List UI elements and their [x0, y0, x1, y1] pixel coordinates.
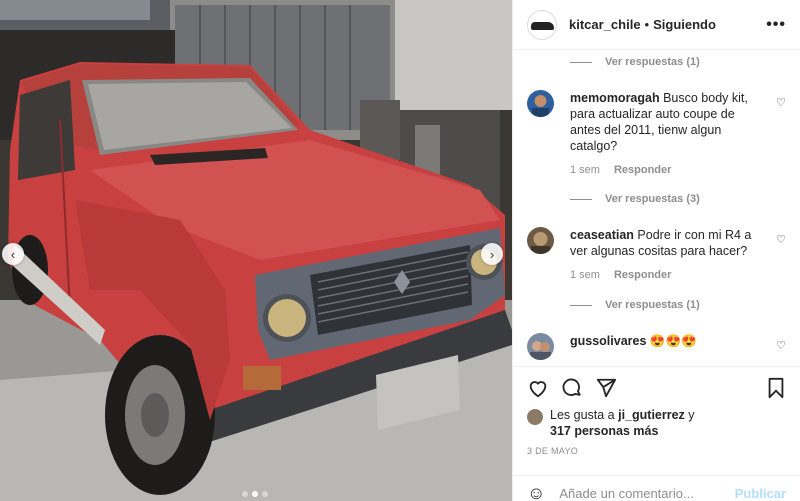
separator-dot: • — [644, 17, 650, 32]
car-photo — [0, 0, 512, 501]
likes-count[interactable]: 317 personas más — [550, 424, 658, 438]
comment-text: memomoragah Busco body kit, para actuali… — [570, 91, 748, 153]
comment-item: ceaseatian Podre ir con mi R4 a ver algu… — [527, 227, 786, 281]
comment-time: 1 sem — [570, 164, 600, 176]
reply-button[interactable]: Responder — [614, 269, 671, 281]
heart-icon[interactable] — [527, 377, 549, 404]
comment-username[interactable]: gussolivares — [570, 334, 646, 348]
likes-connector: y — [684, 408, 695, 422]
comment-input[interactable]: Añade un comentario... — [559, 486, 734, 501]
author-username[interactable]: kitcar_chile — [569, 17, 641, 32]
carousel-dot — [242, 491, 248, 497]
comment-username[interactable]: memomoragah — [570, 91, 660, 105]
view-replies-link[interactable]: Ver respuestas (1) — [570, 56, 700, 68]
post-photo[interactable]: ‹ › — [0, 0, 512, 501]
follow-status[interactable]: Siguiendo — [653, 17, 716, 32]
comment-text: gussolivares 😍😍😍 — [570, 334, 697, 348]
avatar[interactable] — [527, 333, 554, 360]
comment-item: gussolivares 😍😍😍 ♡ — [527, 333, 786, 360]
avatar[interactable] — [527, 90, 554, 117]
share-icon[interactable] — [595, 377, 617, 404]
view-replies-link[interactable]: Ver respuestas (1) — [570, 299, 700, 311]
comment-meta: 1 sem Responder — [570, 164, 786, 176]
bookmark-icon[interactable] — [766, 377, 786, 404]
chevron-left-icon[interactable]: ‹ — [2, 243, 24, 265]
publish-button[interactable]: Publicar — [735, 486, 786, 501]
carousel-indicator — [242, 491, 268, 497]
chevron-right-icon[interactable]: › — [481, 243, 503, 265]
liker-username[interactable]: ji_gutierrez — [618, 408, 685, 422]
heart-icon[interactable]: ♡ — [776, 339, 786, 352]
post-date[interactable]: 3 DE MAYO — [527, 446, 578, 456]
add-comment-bar: ☺ Añade un comentario... Publicar — [513, 475, 800, 501]
comment-time: 1 sem — [570, 269, 600, 281]
likes-summary: Les gusta a ji_gutierrez y 317 personas … — [527, 407, 786, 439]
comment-item: memomoragah Busco body kit, para actuali… — [527, 90, 786, 176]
post-actions: Les gusta a ji_gutierrez y 317 personas … — [513, 366, 800, 501]
smile-icon[interactable]: ☺ — [527, 483, 545, 501]
post-header: kitcar_chile • Siguiendo ••• — [513, 0, 800, 50]
avatar[interactable] — [527, 409, 543, 425]
heart-icon[interactable]: ♡ — [776, 233, 786, 246]
avatar[interactable] — [527, 9, 557, 40]
instagram-post: ‹ › kitcar_chile • Siguiendo ••• Ver res… — [0, 0, 800, 501]
carousel-dot — [262, 491, 268, 497]
view-replies-link[interactable]: Ver respuestas (3) — [570, 193, 700, 205]
comment-meta: 1 sem Responder — [570, 269, 786, 281]
comment-text: ceaseatian Podre ir con mi R4 a ver algu… — [570, 228, 752, 258]
likes-prefix: Les gusta a — [550, 408, 619, 422]
comment-icon[interactable] — [561, 377, 583, 404]
carousel-dot-active — [252, 491, 258, 497]
comment-username[interactable]: ceaseatian — [570, 228, 634, 242]
more-icon[interactable]: ••• — [766, 16, 786, 34]
post-sidebar: kitcar_chile • Siguiendo ••• Ver respues… — [512, 0, 800, 501]
action-icons — [527, 377, 786, 401]
comments-list: Ver respuestas (1) memomoragah Busco bod… — [513, 50, 800, 366]
heart-icon[interactable]: ♡ — [776, 96, 786, 109]
reply-button[interactable]: Responder — [614, 164, 671, 176]
avatar[interactable] — [527, 227, 554, 254]
